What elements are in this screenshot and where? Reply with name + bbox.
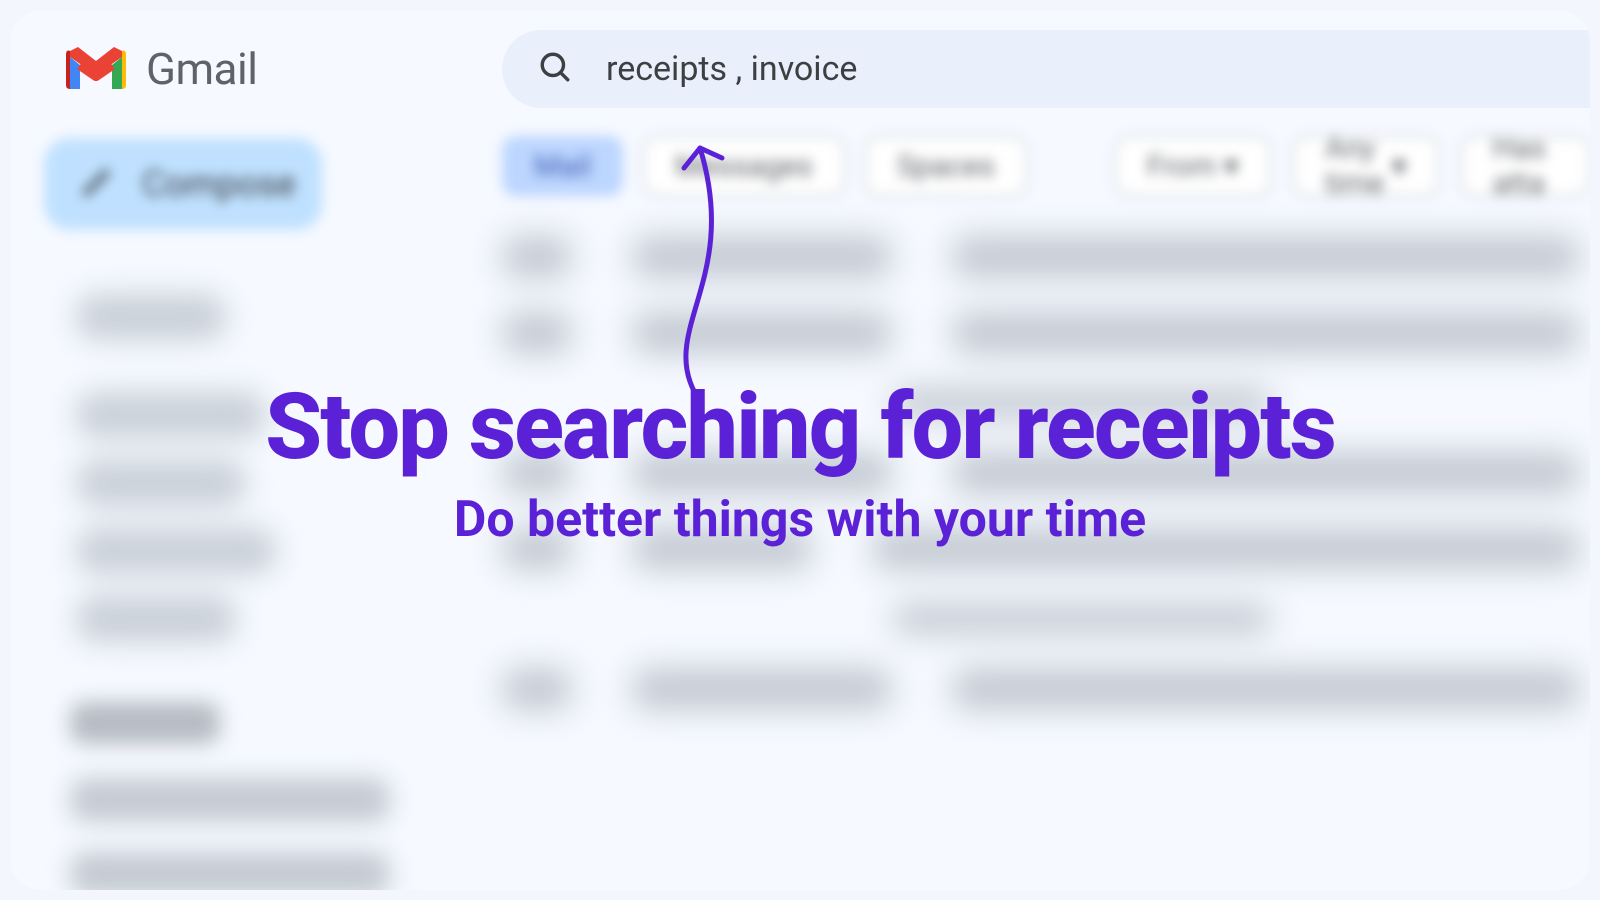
search-input[interactable]: receipts , invoice [606, 49, 857, 89]
header: Gmail receipts , invoice [10, 10, 1590, 128]
app-frame: Gmail receipts , invoice Compose [10, 10, 1590, 890]
tab-spaces[interactable]: Spaces [865, 136, 1027, 196]
sidebar-item[interactable] [76, 294, 226, 340]
compose-label: Compose [142, 163, 296, 205]
sidebar: Compose Labels [44, 128, 502, 890]
filter-from[interactable]: From ▾ [1115, 136, 1271, 196]
sidebar-item[interactable] [76, 528, 276, 574]
filter-has-attachment[interactable]: Has atta [1461, 136, 1590, 196]
brand-name: Gmail [146, 43, 257, 95]
tab-mail[interactable]: Mail [502, 136, 623, 196]
main: Compose Labels Mail Messages Spaces [10, 128, 1590, 890]
filter-anytime[interactable]: Any time ▾ [1293, 136, 1439, 196]
pencil-icon [80, 165, 114, 203]
list-row[interactable] [502, 528, 1580, 570]
labels-list [44, 778, 502, 890]
compose-button[interactable]: Compose [44, 138, 322, 230]
list-row[interactable] [502, 236, 1580, 278]
list-row[interactable] [502, 668, 1580, 710]
labels-heading-text: Labels [70, 702, 220, 744]
sidebar-nav [44, 294, 502, 642]
label-item[interactable] [70, 852, 390, 890]
brand-block: Gmail [64, 43, 502, 95]
list-row[interactable] [502, 388, 1580, 418]
list-row[interactable] [502, 604, 1580, 634]
labels-heading: Labels [44, 702, 502, 744]
tab-messages[interactable]: Messages [643, 136, 845, 196]
label-item[interactable] [70, 778, 390, 822]
sidebar-item[interactable] [76, 392, 266, 438]
sidebar-item[interactable] [76, 596, 236, 642]
sidebar-item[interactable] [76, 460, 246, 506]
email-list [502, 236, 1590, 710]
gmail-logo-icon [64, 45, 128, 93]
search-icon [538, 50, 572, 88]
list-row[interactable] [502, 452, 1580, 494]
tabs-row: Mail Messages Spaces From ▾ Any time ▾ H… [502, 136, 1590, 196]
search-bar[interactable]: receipts , invoice [502, 30, 1590, 108]
content-pane: Mail Messages Spaces From ▾ Any time ▾ H… [502, 128, 1590, 890]
list-row[interactable] [502, 312, 1580, 354]
